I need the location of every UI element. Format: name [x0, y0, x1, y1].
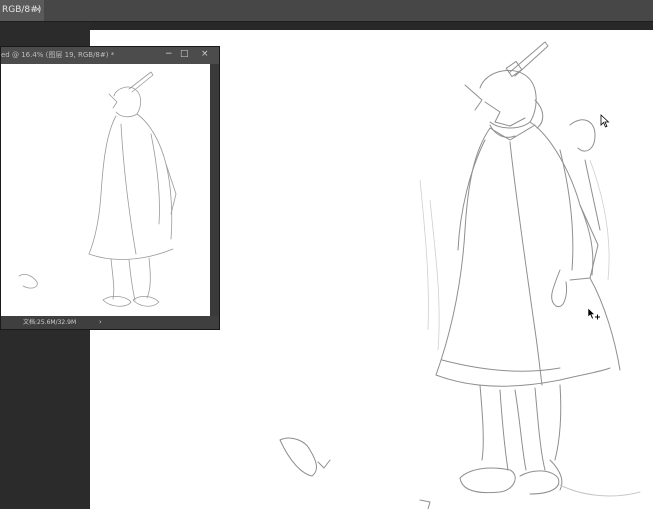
window-title: ed @ 16.4% (图层 19, RGB/8#) *	[1, 51, 115, 59]
status-menu-arrow-icon[interactable]: ›	[99, 316, 102, 329]
close-icon[interactable]: ×	[201, 47, 209, 63]
thumbnail-canvas[interactable]	[1, 64, 210, 316]
tabbar-empty-area	[44, 0, 653, 21]
document-tabbar: RGB/8#) * ×	[0, 0, 653, 22]
maximize-icon[interactable]: □	[180, 47, 189, 63]
move-arrow-icon	[587, 307, 600, 320]
arrow-pointer-icon	[600, 114, 610, 128]
document-tab-label: RGB/8#) *	[2, 5, 49, 15]
thumbnail-sketch	[18, 71, 177, 307]
window-titlebar[interactable]: ed @ 16.4% (图层 19, RGB/8#) * − □ ×	[1, 47, 221, 63]
minimize-icon[interactable]: −	[165, 47, 173, 63]
document-tab[interactable]: RGB/8#) * ×	[0, 0, 49, 21]
floating-document-window[interactable]: ed @ 16.4% (图层 19, RGB/8#) * − □ × 文档:25…	[0, 46, 220, 330]
document-size-text: 文档:25.6M/32.9M	[23, 319, 77, 326]
tab-close-icon[interactable]: ×	[34, 0, 42, 21]
status-bar: 文档:25.6M/32.9M ›	[1, 316, 219, 329]
window-scrollbar[interactable]	[210, 64, 219, 316]
